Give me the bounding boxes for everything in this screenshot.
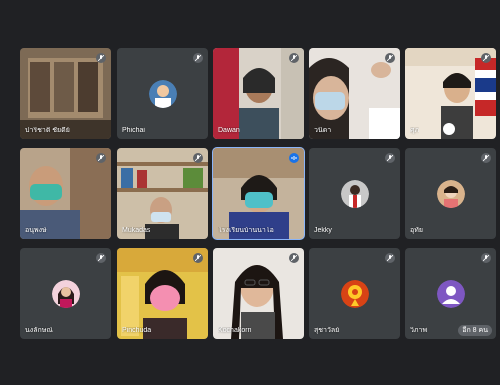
participant-tile[interactable]: Dawan	[213, 48, 304, 139]
avatar	[436, 179, 465, 208]
participant-name: ปาริชาติ ชัยดีย์	[25, 127, 70, 134]
mic-muted-icon	[193, 53, 203, 63]
mic-muted-icon	[289, 253, 299, 263]
participant-tile[interactable]: สุชาวัลย์	[309, 248, 400, 339]
mic-muted-icon	[193, 153, 203, 163]
top-bar	[0, 0, 500, 40]
participant-name: ศุภ	[410, 127, 420, 134]
participant-name: อนุพงษ์	[25, 227, 47, 234]
participant-tile[interactable]: อุทัย	[405, 148, 496, 239]
participant-tile[interactable]: นงลักษณ์	[20, 248, 111, 339]
avatar	[340, 279, 369, 308]
participant-tile[interactable]: ปาริชาติ ชัยดีย์	[20, 48, 111, 139]
participant-tile[interactable]: Pinchuda	[117, 248, 208, 339]
participant-tile[interactable]: วนิดา	[309, 48, 400, 139]
participant-name: Kochakorn	[218, 327, 252, 334]
avatar	[340, 179, 369, 208]
mic-muted-icon	[481, 153, 491, 163]
participant-tile[interactable]: Phichai	[117, 48, 208, 139]
mic-muted-icon	[481, 53, 491, 63]
mic-muted-icon	[193, 253, 203, 263]
participant-name: นงลักษณ์	[25, 327, 53, 334]
participant-name: วิภาพ	[410, 327, 428, 334]
participant-name: Pinchuda	[122, 327, 152, 334]
participant-tile-active-speaker[interactable]: โรงเรียนบ้านนาโอ	[212, 147, 305, 240]
mic-muted-icon	[96, 153, 106, 163]
mic-muted-icon	[385, 253, 395, 263]
mic-muted-icon	[385, 53, 395, 63]
mic-muted-icon	[289, 53, 299, 63]
reaction-icon	[443, 123, 455, 135]
avatar	[51, 279, 80, 308]
participant-name: Jekky	[314, 227, 332, 234]
mic-muted-icon	[481, 253, 491, 263]
participant-name: Dawan	[218, 127, 240, 134]
speaking-icon	[289, 153, 299, 163]
participant-tile[interactable]: Kochakorn	[213, 248, 304, 339]
mic-muted-icon	[96, 253, 106, 263]
participant-tile[interactable]: อนุพงษ์	[20, 148, 111, 239]
participant-name: อุทัย	[410, 227, 423, 234]
participant-name: Phichai	[122, 127, 145, 134]
avatar	[148, 79, 177, 108]
participant-tile[interactable]: Mukadas	[117, 148, 208, 239]
participant-tile[interactable]: Jekky	[309, 148, 400, 239]
meeting-window: ปาริชาติ ชัยดีย์ Phichai Dawan วนิดา ศุภ…	[0, 0, 500, 385]
participant-name: Mukadas	[122, 227, 151, 234]
participant-tile[interactable]: วิภาพ อีก 8 คน	[405, 248, 496, 339]
participant-tile[interactable]: ศุภ	[405, 48, 496, 139]
avatar	[436, 279, 465, 308]
participant-name: โรงเรียนบ้านนาโอ	[218, 227, 274, 234]
participant-name: สุชาวัลย์	[314, 327, 340, 334]
mic-muted-icon	[385, 153, 395, 163]
more-participants-badge[interactable]: อีก 8 คน	[458, 325, 492, 336]
mic-muted-icon	[96, 53, 106, 63]
participant-name: วนิดา	[314, 127, 332, 134]
